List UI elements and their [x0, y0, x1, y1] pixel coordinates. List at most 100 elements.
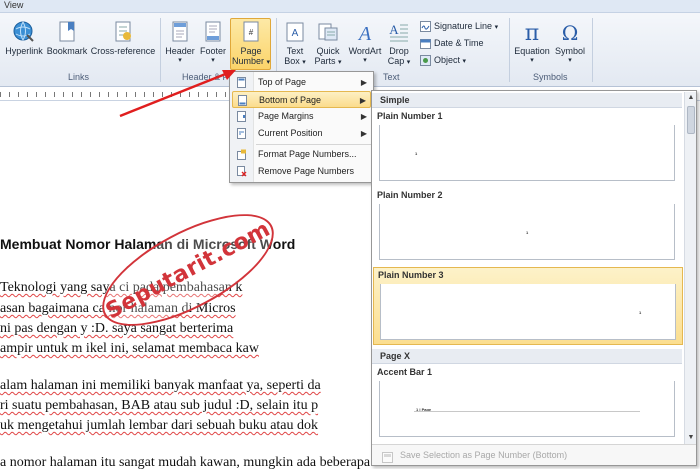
header-label: Header [165, 46, 195, 56]
globe-link-icon [13, 21, 34, 42]
gallery-item-title: Accent Bar 1 [377, 367, 433, 377]
equation-button[interactable]: π Equation ▾ [512, 20, 552, 66]
gallery-section-simple: Simple [372, 93, 682, 108]
drop-cap-button[interactable]: A Drop Cap ▾ [385, 20, 413, 68]
gallery-item-thumbnail: 1 [379, 204, 675, 260]
group-separator [509, 18, 510, 82]
text-box-dropdown-glyph: ▾ [302, 59, 306, 66]
menu-item-label: Page Margins [258, 111, 314, 121]
svg-text:A: A [357, 23, 372, 44]
svg-text:Ω: Ω [562, 21, 579, 44]
symbol-dropdown-glyph: ▾ [568, 57, 572, 64]
equation-label: Equation [514, 46, 550, 56]
menu-item-remove-page-numbers[interactable]: Remove Page Numbers [232, 163, 371, 180]
quick-parts-label-text: Parts [314, 56, 336, 66]
menu-item-label: Top of Page [258, 77, 307, 87]
signature-line-label: Signature Line [434, 21, 493, 31]
menu-item-label: Remove Page Numbers [258, 166, 355, 176]
scrollbar-thumb[interactable] [687, 106, 695, 134]
drop-cap-icon: A [389, 22, 408, 42]
page-margins-icon [236, 111, 247, 122]
gallery-item-thumbnail: 1 [380, 284, 676, 340]
svg-text:A: A [292, 28, 299, 39]
menu-item-bottom-of-page[interactable]: Bottom of Page ▶ [232, 91, 371, 108]
submenu-arrow-icon: ▶ [359, 96, 366, 105]
object-button[interactable]: Object ▾ [420, 55, 467, 67]
gallery-item-accent-bar-1[interactable]: Accent Bar 1 1 | Page [373, 365, 683, 443]
gallery-item-plain-number-1[interactable]: Plain Number 1 1 [373, 109, 683, 185]
omega-icon: Ω [562, 21, 579, 44]
remove-page-numbers-icon [236, 166, 247, 177]
tab-view[interactable]: View [4, 0, 23, 10]
svg-text:#: # [249, 28, 254, 37]
cross-reference-icon [115, 21, 131, 42]
object-dropdown-glyph: ▾ [462, 58, 467, 65]
svg-text:A: A [389, 22, 399, 37]
svg-text:π: π [525, 21, 539, 44]
text-group-label: Text [383, 72, 400, 82]
document-line: ampir untuk m ikel ini, selamat membaca … [0, 341, 259, 356]
page-number-icon: # [243, 21, 259, 42]
wordart-button[interactable]: A WordArt ▾ [346, 20, 384, 66]
drop-cap-label-text: Cap [387, 56, 405, 66]
scroll-down-icon[interactable]: ▼ [685, 432, 697, 444]
page-number-label-line2: Number ▾ [231, 56, 271, 68]
group-separator [592, 18, 593, 82]
menu-item-current-position[interactable]: Current Position ▶ [232, 125, 371, 142]
symbol-button[interactable]: Ω Symbol ▾ [553, 20, 587, 66]
drop-cap-label-line1: Drop [389, 46, 409, 56]
format-page-numbers-icon [236, 149, 247, 160]
header-button[interactable]: Header ▾ [164, 20, 196, 66]
gallery-item-plain-number-3[interactable]: Plain Number 3 1 [373, 267, 683, 345]
top-of-page-icon [236, 77, 247, 88]
header-dropdown-glyph: ▾ [178, 57, 182, 64]
document-line: uk mengetahui jumlah lembar dari sebuah … [0, 418, 319, 433]
text-box-icon: A [286, 22, 304, 42]
menu-item-page-margins[interactable]: Page Margins ▶ [232, 108, 371, 125]
page-number-menu: Top of Page ▶ Bottom of Page ▶ Page Marg… [229, 71, 374, 183]
gallery-item-thumbnail: 1 | Page [379, 381, 675, 437]
menu-item-format-page-numbers[interactable]: Format Page Numbers... [232, 146, 371, 163]
menu-separator [256, 144, 371, 145]
menu-item-label: Current Position [258, 128, 323, 138]
bookmark-icon [59, 21, 75, 42]
footer-icon [205, 21, 221, 42]
wordart-label: WordArt [348, 46, 382, 56]
gallery-scrollbar[interactable]: ▲ ▼ [684, 92, 696, 444]
quick-parts-dropdown-glyph: ▾ [338, 59, 342, 66]
page-number-button-content[interactable]: # Page Number ▾ [231, 20, 271, 68]
signature-icon [420, 21, 431, 33]
date-time-button[interactable]: Date & Time [420, 38, 484, 50]
bottom-of-page-gallery: Simple Plain Number 1 1 Plain Number 2 1… [371, 90, 697, 466]
text-box-button[interactable]: A Text Box ▾ [280, 20, 310, 68]
accent-bar-line [414, 411, 640, 412]
hyperlink-button[interactable]: Hyperlink [2, 20, 46, 56]
links-group-label: Links [68, 72, 90, 82]
menu-item-label: Format Page Numbers... [258, 149, 357, 159]
scroll-up-icon[interactable]: ▲ [685, 92, 697, 104]
header-icon [172, 21, 188, 42]
page-number-label-text: Number [231, 56, 264, 66]
bookmark-button[interactable]: Bookmark [46, 20, 88, 56]
object-icon [420, 55, 431, 67]
signature-line-button[interactable]: Signature Line ▾ [420, 21, 499, 33]
group-separator [160, 18, 161, 82]
footer-button[interactable]: Footer ▾ [197, 20, 229, 66]
quick-parts-label-line1: Quick [316, 46, 340, 56]
document-line: ri suatu pembahasan, BAB atau sub judul … [0, 398, 319, 413]
cross-reference-button[interactable]: Cross-reference [90, 20, 156, 56]
gallery-item-title: Plain Number 2 [377, 190, 443, 200]
signature-line-dropdown-glyph: ▾ [494, 24, 499, 31]
wordart-dropdown-glyph: ▾ [363, 57, 367, 64]
text-box-label-line1: Text [286, 46, 304, 56]
gallery-item-thumbnail: 1 [379, 125, 675, 181]
drop-cap-dropdown-glyph: ▾ [406, 59, 411, 66]
pi-icon: π [525, 21, 539, 44]
save-selection-button[interactable]: Save Selection as Page Number (Bottom) [372, 444, 696, 465]
menu-item-top-of-page[interactable]: Top of Page ▶ [232, 74, 371, 91]
gallery-item-plain-number-2[interactable]: Plain Number 2 1 [373, 188, 683, 264]
ribbon-tabstrip: View [0, 0, 700, 13]
symbols-group-label: Symbols [533, 72, 568, 82]
menu-item-label: Bottom of Page [259, 95, 322, 105]
quick-parts-button[interactable]: Quick Parts ▾ [312, 20, 344, 68]
